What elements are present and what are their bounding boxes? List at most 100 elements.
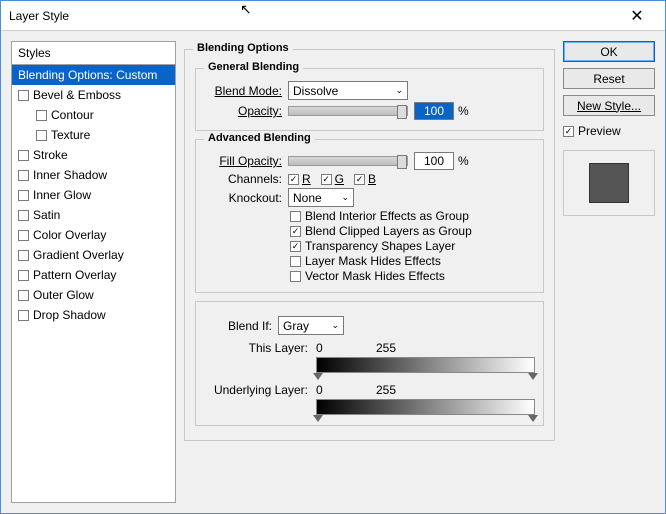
advanced-blending-group: Advanced Blending Fill Opacity: 100 % Ch… (195, 139, 544, 293)
fill-opacity-input[interactable]: 100 (414, 152, 454, 170)
style-label: Texture (51, 128, 90, 142)
style-checkbox[interactable] (18, 250, 29, 261)
new-style-button[interactable]: New Style... (563, 95, 655, 116)
subgroup-legend: General Blending (204, 61, 303, 73)
options-area: Blending Options General Blending Blend … (184, 41, 555, 503)
channel-r-label: R (302, 172, 311, 186)
channel-r-checkbox[interactable] (288, 174, 299, 185)
style-item[interactable]: Stroke (12, 145, 175, 165)
general-blending-group: General Blending Blend Mode: Dissolve ⌄ … (195, 68, 544, 131)
style-item[interactable]: Gradient Overlay (12, 245, 175, 265)
ok-button[interactable]: OK (563, 41, 655, 62)
style-checkbox[interactable] (36, 110, 47, 121)
this-layer-lo: 0 (316, 341, 376, 355)
preview-label: Preview (578, 124, 621, 138)
style-label: Stroke (33, 148, 68, 162)
style-label: Outer Glow (33, 288, 94, 302)
blend-if-group: Blend If: Gray ⌄ This Layer: 0 255 (195, 301, 544, 426)
style-item[interactable]: Inner Glow (12, 185, 175, 205)
style-label: Bevel & Emboss (33, 88, 121, 102)
channel-b-checkbox[interactable] (354, 174, 365, 185)
dialog-body: Styles Blending Options: Custom Bevel & … (1, 31, 665, 513)
style-checkbox[interactable] (18, 170, 29, 181)
blend-if-value: Gray (283, 319, 309, 333)
style-label: Pattern Overlay (33, 268, 116, 282)
style-checkbox[interactable] (18, 270, 29, 281)
opacity-input[interactable]: 100 (414, 102, 454, 120)
style-checkbox[interactable] (18, 310, 29, 321)
titlebar[interactable]: Layer Style ↖ ✕ (1, 1, 665, 31)
channel-g-label: G (335, 172, 344, 186)
style-blending-options[interactable]: Blending Options: Custom (12, 65, 175, 85)
style-label: Inner Shadow (33, 168, 107, 182)
style-checkbox[interactable] (18, 230, 29, 241)
opt-label: Vector Mask Hides Effects (305, 269, 445, 283)
style-label: Satin (33, 208, 60, 222)
style-item[interactable]: Drop Shadow (12, 305, 175, 325)
this-layer-hi: 255 (376, 341, 396, 355)
opt-label: Layer Mask Hides Effects (305, 254, 441, 268)
blend-interior-checkbox[interactable] (290, 211, 301, 222)
style-label: Drop Shadow (33, 308, 106, 322)
styles-header: Styles (12, 42, 175, 65)
reset-button[interactable]: Reset (563, 68, 655, 89)
style-item[interactable]: Texture (12, 125, 175, 145)
knockout-dropdown[interactable]: None ⌄ (288, 188, 354, 207)
style-item[interactable]: Color Overlay (12, 225, 175, 245)
preview-swatch-box (563, 150, 655, 216)
style-item[interactable]: Inner Shadow (12, 165, 175, 185)
opt-label: Transparency Shapes Layer (305, 239, 455, 253)
style-checkbox[interactable] (18, 290, 29, 301)
fill-opacity-suffix: % (458, 154, 469, 168)
style-item[interactable]: Pattern Overlay (12, 265, 175, 285)
style-item[interactable]: Satin (12, 205, 175, 225)
style-checkbox[interactable] (18, 150, 29, 161)
button-column: OK Reset New Style... Preview (563, 41, 655, 503)
style-checkbox[interactable] (18, 90, 29, 101)
style-label: Blending Options: Custom (18, 68, 157, 82)
opt-label: Blend Clipped Layers as Group (305, 224, 472, 238)
style-item[interactable]: Outer Glow (12, 285, 175, 305)
style-checkbox[interactable] (18, 190, 29, 201)
blending-options-group: Blending Options General Blending Blend … (184, 49, 555, 441)
underlying-layer-slider[interactable] (316, 399, 535, 415)
style-checkbox[interactable] (18, 210, 29, 221)
blend-clipped-checkbox[interactable] (290, 226, 301, 237)
blend-if-dropdown[interactable]: Gray ⌄ (278, 316, 344, 335)
this-layer-label: This Layer: (204, 341, 308, 355)
knockout-value: None (293, 191, 322, 205)
layer-style-dialog: Layer Style ↖ ✕ Styles Blending Options:… (0, 0, 666, 514)
style-item[interactable]: Contour (12, 105, 175, 125)
style-label: Gradient Overlay (33, 248, 124, 262)
opacity-suffix: % (458, 104, 469, 118)
style-label: Color Overlay (33, 228, 106, 242)
channel-g-checkbox[interactable] (321, 174, 332, 185)
vector-mask-hides-checkbox[interactable] (290, 271, 301, 282)
subgroup-legend: Advanced Blending (204, 132, 315, 144)
layer-mask-hides-checkbox[interactable] (290, 256, 301, 267)
fill-opacity-slider[interactable] (288, 156, 408, 166)
blend-mode-dropdown[interactable]: Dissolve ⌄ (288, 81, 408, 100)
opacity-slider[interactable] (288, 106, 408, 116)
preview-checkbox[interactable] (563, 126, 574, 137)
group-legend: Blending Options (193, 42, 293, 54)
channel-b-label: B (368, 172, 376, 186)
underlying-layer-hi: 255 (376, 383, 396, 397)
style-checkbox[interactable] (36, 130, 47, 141)
knockout-label: Knockout: (204, 191, 282, 205)
underlying-layer-label: Underlying Layer: (204, 383, 308, 397)
channels-label: Channels: (204, 172, 282, 186)
underlying-layer-lo: 0 (316, 383, 376, 397)
chevron-down-icon: ⌄ (341, 192, 349, 203)
transparency-shapes-checkbox[interactable] (290, 241, 301, 252)
blend-mode-label: Blend Mode: (204, 84, 282, 98)
opacity-label: Opacity: (204, 104, 282, 118)
styles-panel: Styles Blending Options: Custom Bevel & … (11, 41, 176, 503)
chevron-down-icon: ⌄ (395, 85, 403, 96)
style-item[interactable]: Bevel & Emboss (12, 85, 175, 105)
chevron-down-icon: ⌄ (331, 320, 339, 331)
this-layer-slider[interactable] (316, 357, 535, 373)
close-icon[interactable]: ✕ (617, 6, 657, 26)
style-label: Inner Glow (33, 188, 91, 202)
style-label: Contour (51, 108, 94, 122)
